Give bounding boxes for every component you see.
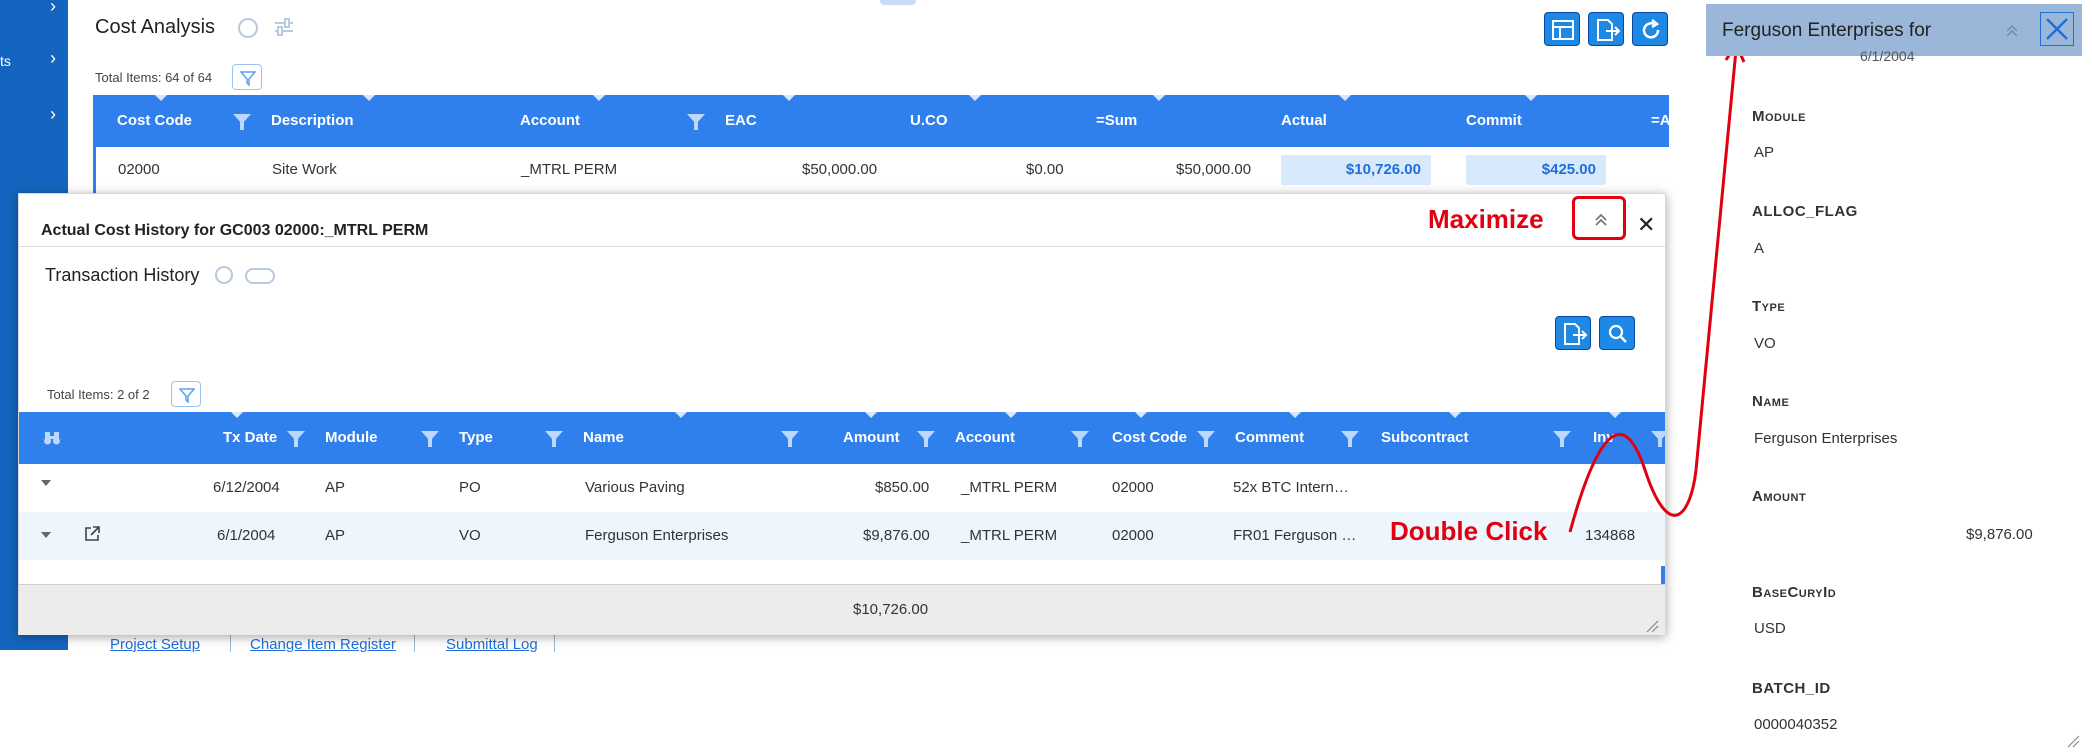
field-label-amount: Amount xyxy=(1752,488,1807,505)
field-value-basecuryid: USD xyxy=(1754,620,1786,637)
field-label-module: Module xyxy=(1752,108,1806,125)
field-value-name: Ferguson Enterprises xyxy=(1754,430,1898,447)
field-value-batch-id: 0000040352 xyxy=(1754,716,1838,733)
field-label-batch-id: BATCH_ID xyxy=(1752,680,1831,697)
field-label-type: Type xyxy=(1752,298,1786,315)
detail-panel-subtitle: 6/1/2004 xyxy=(1860,48,1915,64)
close-button[interactable] xyxy=(2040,12,2074,46)
resize-handle[interactable] xyxy=(2066,734,2080,753)
detail-panel-title: Ferguson Enterprises for xyxy=(1722,20,1932,41)
field-label-alloc-flag: ALLOC_FLAG xyxy=(1752,203,1858,220)
collapse-icon[interactable] xyxy=(2004,22,2020,43)
field-label-name: Name xyxy=(1752,393,1790,410)
field-label-basecuryid: BaseCuryId xyxy=(1752,584,1837,601)
field-value-module: AP xyxy=(1754,144,1775,161)
field-value-amount: $9,876.00 xyxy=(1966,526,2033,543)
field-value-type: VO xyxy=(1754,335,1776,352)
field-value-alloc-flag: A xyxy=(1754,240,1765,257)
